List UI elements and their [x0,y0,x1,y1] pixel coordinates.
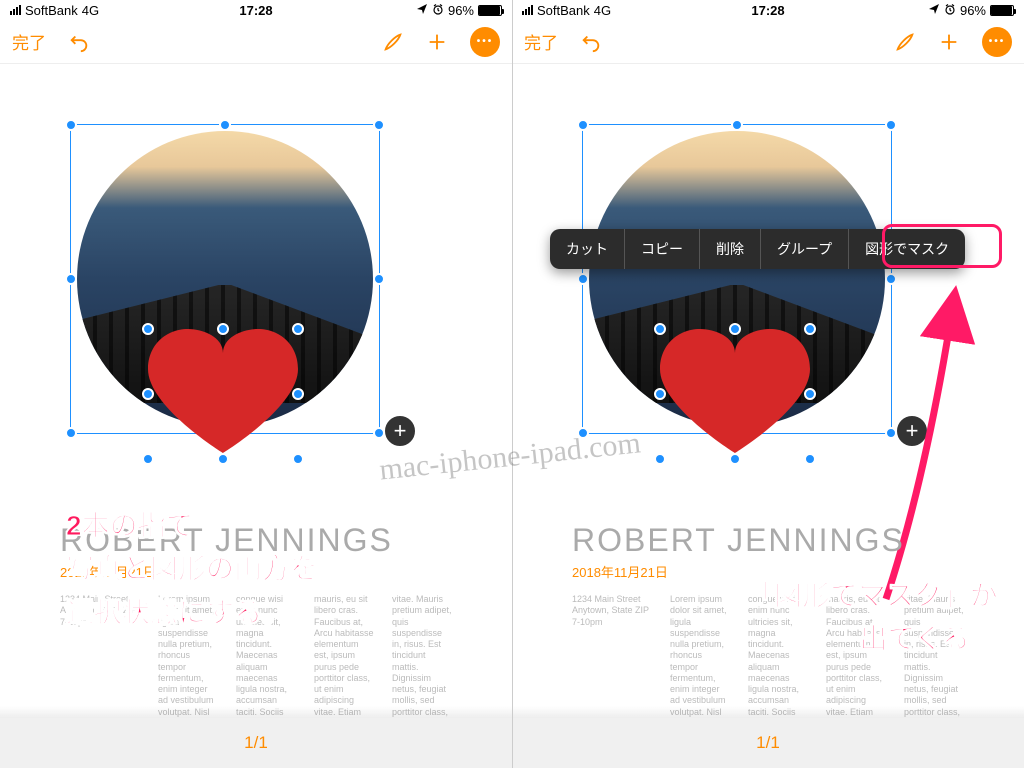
battery-pct: 96% [448,3,474,18]
location-icon [928,3,940,18]
add-element-icon[interactable]: + [383,414,417,448]
battery-icon [990,5,1014,16]
add-icon[interactable] [938,31,960,53]
screenshot-right: SoftBank 4G 17:28 96% 完了 [512,0,1024,768]
more-icon[interactable]: ••• [470,27,500,57]
toolbar: 完了 ••• [0,20,512,64]
location-icon [416,3,428,18]
menu-group[interactable]: グループ [761,229,849,269]
done-button[interactable]: 完了 [524,29,558,54]
page-indicator: 1/1 [244,733,268,753]
status-bar: SoftBank 4G 17:28 96% [0,0,512,20]
heart-shape[interactable] [148,329,298,459]
menu-copy[interactable]: コピー [625,229,700,269]
page-footer: 1/1 [0,718,512,768]
menu-cut[interactable]: カット [550,229,625,269]
add-icon[interactable] [426,31,448,53]
document-title: ROBERT JENNINGS [572,522,905,559]
screenshot-divider [512,0,513,768]
alarm-icon [944,3,956,18]
status-bar: SoftBank 4G 17:28 96% [512,0,1024,20]
alarm-icon [432,3,444,18]
battery-icon [478,5,502,16]
done-button[interactable]: 完了 [12,29,46,54]
more-icon[interactable]: ••• [982,27,1012,57]
network-label: 4G [594,3,611,18]
page-footer: 1/1 [512,718,1024,768]
menu-delete[interactable]: 削除 [700,229,761,269]
network-label: 4G [82,3,99,18]
document-canvas[interactable]: + ROBERT JENNINGS 2018年11月21日 1234 Main … [0,64,512,714]
undo-icon[interactable] [580,31,602,53]
annotation-right: 「図形でマスク」が 出てくる。 [618,574,998,661]
carrier-label: SoftBank [537,3,590,18]
brush-icon[interactable] [894,31,916,53]
screenshot-left: SoftBank 4G 17:28 96% 完了 [0,0,512,768]
carrier-label: SoftBank [25,3,78,18]
page-indicator: 1/1 [756,733,780,753]
battery-pct: 96% [960,3,986,18]
signal-icon [522,5,533,15]
clock: 17:28 [239,3,272,18]
heart-selection[interactable] [660,329,810,459]
brush-icon[interactable] [382,31,404,53]
undo-icon[interactable] [68,31,90,53]
toolbar: 完了 ••• [512,20,1024,64]
clock: 17:28 [751,3,784,18]
heart-selection[interactable] [148,329,298,459]
signal-icon [10,5,21,15]
document-canvas[interactable]: + カット コピー 削除 グループ 図形でマスク ROBERT JENNINGS… [512,64,1024,714]
annotation-left: 2本の指で 写真と図形の両方を 選択状態にする。 [66,504,318,634]
add-element-icon[interactable]: + [895,414,929,448]
heart-shape[interactable] [660,329,810,459]
annotation-highlight [882,224,1002,268]
